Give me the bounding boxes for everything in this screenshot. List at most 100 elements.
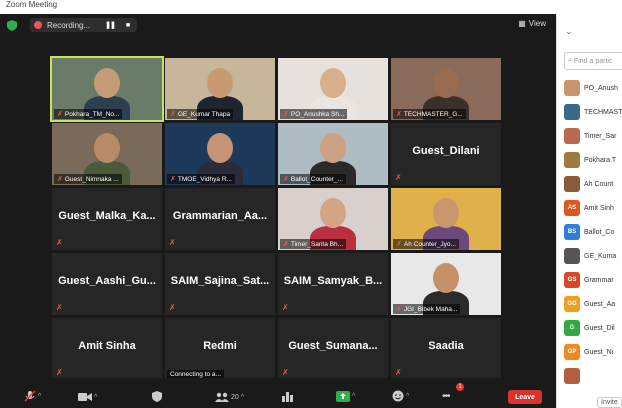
microphone-muted-icon: ✗ <box>396 241 402 248</box>
avatar <box>564 128 580 144</box>
microphone-muted-icon: ✗ <box>396 111 402 118</box>
view-button[interactable]: ▦ View <box>518 19 546 28</box>
participant-list-name: Pokhara T <box>584 156 617 164</box>
invite-button[interactable]: Invite <box>597 397 622 408</box>
chevron-up-icon[interactable]: ^ <box>352 393 355 400</box>
participant-list-item[interactable]: GE_Kuma <box>564 246 622 266</box>
collapse-chevron-icon[interactable]: ⌄ <box>565 26 573 37</box>
meeting-area: Recording... ❚❚ ■ ▦ View ✗ Pokhara_TM_No.… <box>0 14 556 408</box>
participant-name: Guest_Malka_Ka... <box>58 210 156 222</box>
participant-tile[interactable]: ✗ Ballot_Counter_... <box>278 123 388 185</box>
participant-tile[interactable]: Saadia ✗ <box>391 318 501 380</box>
participant-list-item[interactable]: TECHMAST <box>564 102 622 122</box>
microphone-muted-icon: ✗ <box>56 368 63 377</box>
participant-list-item[interactable]: GP Guest_Ni <box>564 342 622 362</box>
participant-name: Guest_Aashi_Gu... <box>58 275 156 287</box>
participant-tile[interactable]: Guest_Dilani ✗ <box>391 123 501 185</box>
participant-tile[interactable]: SAIM_Samyak_B... ✗ <box>278 253 388 315</box>
participant-name: Guest_Dilani <box>412 145 480 157</box>
microphone-muted-icon: ✗ <box>395 173 402 182</box>
microphone-muted-icon: ✗ <box>57 176 63 183</box>
participant-list-item[interactable]: GG Guest_Aa <box>564 294 622 314</box>
participant-tile[interactable]: ✗ TECHMASTER_G... <box>391 58 501 120</box>
participant-name: Timer_Sarita Bh... <box>290 240 344 248</box>
participant-list-name: Ah Count <box>584 180 614 188</box>
participant-tile[interactable]: ✗ Guest_Nimnaka ... <box>52 123 162 185</box>
video-button[interactable]: ^ <box>78 392 97 402</box>
camera-icon <box>78 393 92 401</box>
chevron-up-icon[interactable]: ^ <box>94 394 97 401</box>
participant-tile[interactable]: Guest_Malka_Ka... ✗ <box>52 188 162 250</box>
participant-name: PO_Anushka Sh... <box>290 110 345 118</box>
participant-tile[interactable]: SAIM_Sajina_Sat... ✗ <box>165 253 275 315</box>
participant-search-input[interactable]: ⌕ Find a partic <box>564 52 622 70</box>
stop-recording-button[interactable]: ■ <box>126 22 130 29</box>
microphone-muted-icon: ✗ <box>395 368 402 377</box>
microphone-muted-icon: ✗ <box>283 241 289 248</box>
share-screen-button[interactable]: ^ <box>336 391 355 402</box>
notification-badge: 1 <box>456 383 464 391</box>
search-icon: ⌕ <box>568 57 572 64</box>
participant-name: Guest_Nimnaka ... <box>64 175 119 183</box>
participant-tile[interactable]: Redmi Connecting to a... <box>165 318 275 380</box>
participant-tile[interactable]: ✗ TMOE_Vidhya R... <box>165 123 275 185</box>
participant-tile[interactable]: Guest_Aashi_Gu... ✗ <box>52 253 162 315</box>
mute-button[interactable]: ^ <box>24 390 41 402</box>
participant-list-item[interactable]: Ah Count <box>564 174 622 194</box>
recording-indicator[interactable]: Recording... ❚❚ ■ <box>30 18 138 32</box>
participant-tile[interactable]: ✗ PO_Anushka Sh... <box>278 58 388 120</box>
more-button[interactable]: ••• 1 <box>442 383 464 402</box>
leave-button[interactable]: Leave <box>508 390 542 404</box>
reactions-button[interactable]: ^ <box>392 390 409 402</box>
participants-button[interactable]: 20 ^ <box>215 392 244 402</box>
microphone-muted-icon: ✗ <box>283 176 289 183</box>
participant-list-item[interactable]: AS Amit Sinh <box>564 198 622 218</box>
microphone-muted-icon: ✗ <box>396 306 402 313</box>
chevron-up-icon[interactable]: ^ <box>38 393 41 400</box>
participant-name: TECHMASTER_G... <box>403 110 463 118</box>
shield-icon[interactable] <box>7 20 17 31</box>
participant-list-item[interactable] <box>564 366 622 386</box>
avatar: G <box>564 320 580 336</box>
participant-list-item[interactable]: Timer_Sar <box>564 126 622 146</box>
participant-list-name: Grammar <box>584 276 614 284</box>
participant-tile[interactable]: ✗ Pokhara_TM_No... <box>50 56 164 122</box>
participant-list-item[interactable]: Pokhara T <box>564 150 622 170</box>
participant-list-name: Guest_Aa <box>584 300 616 308</box>
participant-tile[interactable]: ✗ GE_Kumar Thapa <box>165 58 275 120</box>
participant-tile[interactable]: Grammarian_Aa... ✗ <box>165 188 275 250</box>
grid-view-icon: ▦ <box>518 19 526 28</box>
avatar: BS <box>564 224 580 240</box>
polls-button[interactable] <box>282 391 293 402</box>
bar-chart-icon <box>282 392 293 402</box>
chevron-up-icon[interactable]: ^ <box>406 393 409 400</box>
participant-name-label: ✗ Pokhara_TM_No... <box>54 109 123 119</box>
participant-name-label: ✗ Ah Counter_Jyo... <box>393 239 459 249</box>
participant-list-item[interactable]: GS Grammar <box>564 270 622 290</box>
microphone-muted-icon: ✗ <box>56 238 63 247</box>
view-label: View <box>528 19 546 28</box>
chevron-up-icon[interactable]: ^ <box>241 394 244 401</box>
participant-tile[interactable]: Amit Sinha ✗ <box>52 318 162 380</box>
participant-list-item[interactable]: PO_Anush <box>564 78 622 98</box>
microphone-muted-icon: ✗ <box>169 303 176 312</box>
participant-name-label: ✗ Ballot_Counter_... <box>280 174 346 184</box>
avatar: GG <box>564 296 580 312</box>
emoji-icon <box>392 390 404 402</box>
window-title-bar: Zoom Meeting <box>0 0 560 14</box>
participant-tile[interactable]: ✗ Ah Counter_Jyo... <box>391 188 501 250</box>
security-button[interactable] <box>152 391 162 402</box>
participant-list-item[interactable]: BS Ballot_Co <box>564 222 622 242</box>
microphone-muted-icon: ✗ <box>170 111 176 118</box>
participant-name: Guest_Sumana... <box>288 340 378 352</box>
participant-tile[interactable]: Guest_Sumana... ✗ <box>278 318 388 380</box>
participant-tile[interactable]: ✗ JGI_Bibek Maha... <box>391 253 501 315</box>
participant-list-name: Guest_Dil <box>584 324 615 332</box>
participant-name: Pokhara_TM_No... <box>64 110 120 118</box>
pause-recording-button[interactable]: ❚❚ <box>105 21 116 29</box>
participant-tile[interactable]: ✗ Timer_Sarita Bh... <box>278 188 388 250</box>
avatar: AS <box>564 200 580 216</box>
record-dot-icon <box>34 21 42 29</box>
participant-list-item[interactable]: G Guest_Dil <box>564 318 622 338</box>
participant-name-label: ✗ JGI_Bibek Maha... <box>393 304 461 314</box>
